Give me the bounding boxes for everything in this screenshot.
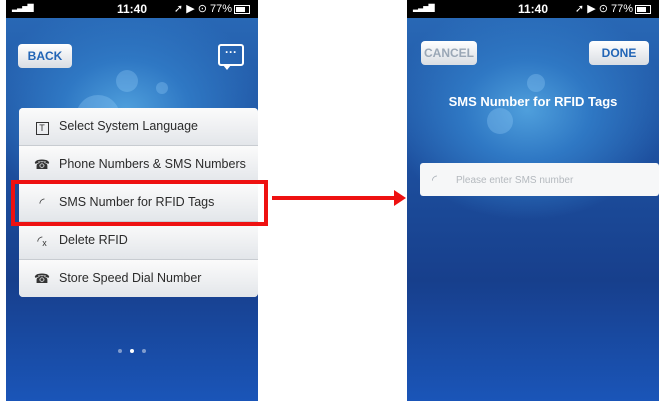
decorative-bubble [116, 70, 138, 92]
arrow-head-icon [394, 190, 406, 206]
chat-bubble-icon[interactable]: ··· [218, 44, 244, 70]
rfid-signal-icon: ◜ [432, 172, 438, 187]
menu-item-label: Select System Language [59, 119, 198, 133]
phone-icon: ☎ [33, 271, 51, 286]
done-button[interactable]: DONE [589, 41, 649, 65]
menu-item-label: Store Speed Dial Number [59, 271, 202, 285]
menu-item-label: Delete RFID [59, 233, 128, 247]
page-dot[interactable] [118, 349, 122, 353]
back-button[interactable]: BACK [18, 44, 72, 68]
page-indicator[interactable] [6, 340, 258, 358]
annotation-arrow [272, 196, 396, 200]
decorative-bubble [527, 74, 545, 92]
sms-number-field[interactable]: ◜ [420, 163, 659, 196]
sms-number-input[interactable] [454, 169, 653, 191]
status-right: ➚ ▶ ⊙ 77% [174, 2, 250, 15]
page-title: SMS Number for RFID Tags [448, 94, 618, 109]
phone-plus-icon: ☎ [33, 157, 51, 172]
status-right: ➚ ▶ ⊙ 77% [575, 2, 651, 15]
decorative-bubble [487, 108, 513, 134]
menu-item-speed-dial[interactable]: ☎ Store Speed Dial Number [19, 260, 258, 297]
sms-entry-screen: ▂▃▅▇ 11:40 ➚ ▶ ⊙ 77% CANCEL DONE SMS Num… [407, 0, 659, 401]
battery-icon [234, 4, 250, 14]
menu-item-phone-numbers[interactable]: ☎ Phone Numbers & SMS Numbers [19, 146, 258, 184]
page-dot-active[interactable] [130, 349, 134, 353]
decorative-bubble [156, 82, 168, 94]
page-dot[interactable] [142, 349, 146, 353]
menu-item-system-language[interactable]: T Select System Language [19, 108, 258, 146]
battery-icon [635, 4, 651, 14]
menu-item-delete-rfid[interactable]: ◜ₓ Delete RFID [19, 222, 258, 260]
cancel-button[interactable]: CANCEL [421, 41, 477, 65]
text-icon: T [33, 108, 51, 145]
menu-item-label: Phone Numbers & SMS Numbers [59, 157, 246, 171]
rfid-delete-icon: ◜ₓ [37, 233, 47, 248]
status-bar: ▂▃▅▇ 11:40 ➚ ▶ ⊙ 77% [407, 0, 659, 18]
status-bar: ▂▃▅▇ 11:40 ➚ ▶ ⊙ 77% [6, 0, 258, 18]
highlight-box [11, 180, 268, 226]
